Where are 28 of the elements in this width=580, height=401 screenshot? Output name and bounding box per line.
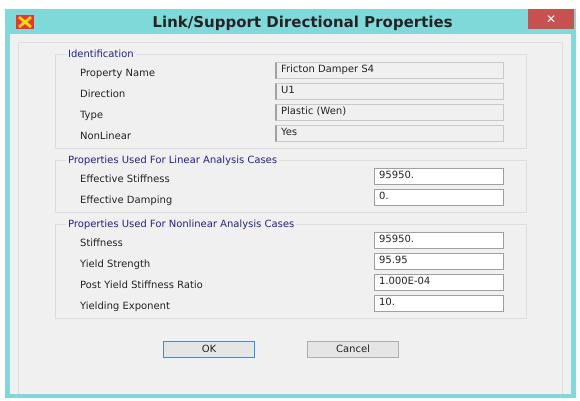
app-logo-icon — [16, 14, 34, 28]
dialog-button[interactable]: OK — [163, 341, 255, 358]
close-button[interactable]: ✕ — [528, 9, 574, 29]
input-field[interactable]: 0. — [374, 189, 504, 206]
field-label: Stiffness — [80, 238, 123, 248]
field-label: Type — [80, 110, 103, 120]
field-label: Yielding Exponent — [80, 300, 170, 312]
group-title: Properties Used For Linear Analysis Cases — [67, 155, 278, 166]
field-label: Effective Stiffness — [80, 174, 170, 184]
field-label: Effective Damping — [80, 194, 172, 206]
input-field[interactable]: 1.000E-04 — [374, 274, 504, 291]
input-field[interactable]: 95950. — [374, 232, 504, 249]
window-title: Link/Support Directional Properties — [152, 12, 453, 30]
input-field[interactable]: U1 — [275, 83, 504, 100]
field-label: Yield Strength — [80, 258, 150, 270]
field-label: NonLinear — [80, 130, 132, 142]
input-field[interactable]: 10. — [374, 295, 504, 312]
field-label: Post Yield Stiffness Ratio — [80, 280, 203, 290]
input-field[interactable]: 95.95 — [374, 253, 504, 270]
input-field[interactable]: 95950. — [374, 168, 504, 185]
input-field[interactable]: Fricton Damper S4 — [275, 62, 504, 79]
group-title: Properties Used For Nonlinear Analysis Cases — [67, 219, 296, 230]
input-field[interactable]: Yes — [275, 125, 504, 142]
group-title: Identification — [67, 49, 135, 60]
field-label: Direction — [80, 88, 126, 100]
input-field[interactable]: Plastic (Wen) — [275, 104, 504, 121]
field-label: Property Name — [80, 68, 155, 78]
dialog-button[interactable]: Cancel — [307, 341, 399, 358]
